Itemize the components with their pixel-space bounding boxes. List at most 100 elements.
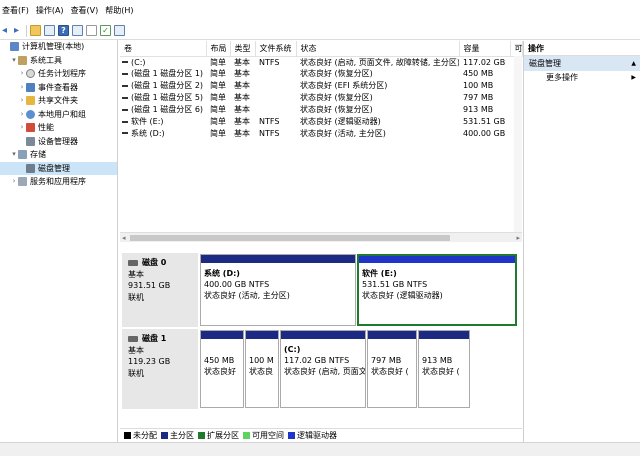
table-cell: NTFS <box>259 57 280 67</box>
scroll-thumb[interactable] <box>130 235 450 241</box>
disk-1-partition-3[interactable]: 797 MB 状态良好 ( <box>367 330 417 408</box>
help-icon[interactable]: ? <box>58 25 69 36</box>
tree-item-label: 磁盘管理 <box>38 163 70 173</box>
tree-item-6[interactable]: › 性能 <box>0 121 117 135</box>
table-row[interactable]: (磁盘 1 磁盘分区 2)简单基本状态良好 (EFI 系统分区)100 MB1 <box>120 80 522 92</box>
scroll-left-icon[interactable]: ◂ <box>122 233 126 243</box>
shared-folder-icon <box>26 96 35 106</box>
volume-name-cell: (磁盘 1 磁盘分区 2) <box>120 80 206 92</box>
column-header-6[interactable]: 可 <box>510 41 523 57</box>
table-cell <box>255 92 296 104</box>
table-row[interactable]: 系统 (D:)简单基本NTFS状态良好 (活动, 主分区)400.00 GB4 <box>120 128 522 140</box>
volume-list-vertical-scrollbar[interactable] <box>514 56 522 232</box>
table-row[interactable]: (磁盘 1 磁盘分区 6)简单基本状态良好 (恢复分区)913 MB9 <box>120 104 522 116</box>
disk-0-info[interactable]: 磁盘 0 基本 931.51 GB 联机 <box>122 253 198 327</box>
legend-label: 逻辑驱动器 <box>297 431 337 440</box>
expand-icon[interactable]: ▾ <box>10 54 18 68</box>
expand-icon[interactable]: › <box>18 67 26 81</box>
disk-1-info[interactable]: 磁盘 1 基本 119.23 GB 联机 <box>122 329 198 409</box>
table-cell <box>255 80 296 92</box>
table-row[interactable]: (磁盘 1 磁盘分区 1)简单基本状态良好 (恢复分区)450 MB4 <box>120 68 522 80</box>
table-cell: 797 MB <box>463 93 494 103</box>
disk-1-type: 基本 <box>128 345 144 355</box>
menu-bar: 查看(F) 操作(A) 查看(V) 帮助(H) <box>0 0 640 22</box>
table-cell: 基本 <box>234 57 250 67</box>
expand-icon[interactable]: › <box>18 94 26 108</box>
properties-icon[interactable] <box>44 25 55 36</box>
disk-1-row: 磁盘 1 基本 119.23 GB 联机 450 MB 状态良好 100 M 状态良 (… <box>120 329 520 409</box>
volume-name: (C:) <box>131 57 146 67</box>
expand-icon[interactable]: › <box>18 121 26 135</box>
tree-item-0[interactable]: 计算机管理(本地) <box>0 40 117 54</box>
check-icon[interactable]: ✓ <box>100 25 111 36</box>
tree-item-1[interactable]: ▾ 系统工具 <box>0 54 117 68</box>
disk-0-row: 磁盘 0 基本 931.51 GB 联机 系统 (D:) 400.00 GB NT… <box>120 253 520 327</box>
disk-0-name-row: 磁盘 0 <box>128 257 192 269</box>
partition-details: 100 M 状态良 <box>246 339 278 377</box>
expand-icon[interactable]: › <box>18 81 26 95</box>
disk-0-partition-1[interactable]: 软件 (E:) 531.51 GB NTFS 状态良好 (逻辑驱动器) <box>357 254 517 326</box>
disk-0-name: 磁盘 0 <box>142 258 167 267</box>
tree-item-2[interactable]: › 任务计划程序 <box>0 67 117 81</box>
disk-0-partition-0[interactable]: 系统 (D:) 400.00 GB NTFS 状态良好 (活动, 主分区) <box>200 254 356 326</box>
disk-graphical-view: 磁盘 0 基本 931.51 GB 联机 系统 (D:) 400.00 GB NT… <box>120 245 522 428</box>
volume-name: 系统 (D:) <box>131 128 165 138</box>
column-header-4[interactable]: 状态 <box>296 41 460 57</box>
tree-item-4[interactable]: › 共享文件夹 <box>0 94 117 108</box>
collapse-icon[interactable]: ▲ <box>631 56 636 71</box>
disk-1-name: 磁盘 1 <box>142 334 167 343</box>
tree-item-label: 本地用户和组 <box>38 109 86 119</box>
volume-list-horizontal-scrollbar[interactable]: ◂ ▸ <box>120 232 522 242</box>
forward-arrow-icon[interactable]: ▸ <box>14 25 23 36</box>
column-header-3[interactable]: 文件系统 <box>255 41 297 57</box>
column-header-0[interactable]: 卷 <box>120 41 207 57</box>
tree-item-8[interactable]: ▾ 存储 <box>0 148 117 162</box>
disk-1-partition-2[interactable]: (C:) 117.02 GB NTFS 状态良好 (启动, 页面文 <box>280 330 366 408</box>
tree-item-7[interactable]: 设备管理器 <box>0 135 117 149</box>
disk-1-partition-4[interactable]: 913 MB 状态良好 ( <box>418 330 470 408</box>
disk-1-size: 119.23 GB <box>128 357 171 366</box>
partition-size: 450 MB <box>204 356 235 365</box>
tree-item-label: 存储 <box>30 150 46 159</box>
expand-icon[interactable]: › <box>10 175 18 189</box>
back-arrow-icon[interactable]: ◂ <box>2 25 11 36</box>
table-cell: 基本 <box>234 81 250 91</box>
column-header-2[interactable]: 类型 <box>230 41 256 57</box>
partition-size: 913 MB <box>422 356 453 365</box>
disk-list-icon[interactable] <box>114 25 125 36</box>
table-cell: 100 MB <box>463 81 494 91</box>
partition-status: 状态良好 (逻辑驱动器) <box>362 291 443 300</box>
menu-item-2[interactable]: 查看(V) <box>70 0 105 22</box>
tree-item-9[interactable]: 磁盘管理 <box>0 161 117 175</box>
table-row[interactable]: (C:) 简单 基本 NTFS 状态良好 (启动, 页面文件, 故障转储, 主分区) 11… <box>120 56 522 68</box>
tree-item-10[interactable]: › 服务和应用程序 <box>0 175 117 189</box>
table-cell: 450 MB <box>463 69 494 79</box>
tree-item-3[interactable]: › 事件查看器 <box>0 81 117 95</box>
actions-pane: 操作 磁盘管理 ▲ 更多操作 ▶ <box>523 41 640 456</box>
table-cell: 基本 <box>234 105 250 115</box>
disk-1-name-row: 磁盘 1 <box>128 333 192 345</box>
table-cell <box>255 68 296 80</box>
menu-item-0[interactable]: 查看(F) <box>1 0 35 22</box>
column-header-5[interactable]: 容量 <box>459 41 511 57</box>
more-actions-item[interactable]: 更多操作 ▶ <box>524 71 640 85</box>
actions-section-disk-management[interactable]: 磁盘管理 ▲ <box>524 56 640 71</box>
legend: 未分配 主分区 扩展分区 可用空间 逻辑驱动器 <box>120 428 522 442</box>
column-header-1[interactable]: 布局 <box>206 41 231 57</box>
view-icon[interactable] <box>72 25 83 36</box>
menu-item-3[interactable]: 帮助(H) <box>104 0 139 22</box>
export-icon[interactable] <box>86 25 97 36</box>
legend-swatch <box>161 432 168 439</box>
menu-item-1[interactable]: 操作(A) <box>35 0 70 22</box>
folder-icon[interactable] <box>30 25 41 36</box>
disk-1-partition-1[interactable]: 100 M 状态良 <box>245 330 279 408</box>
partition-status: 状态良好 (启动, 页面文 <box>284 367 366 376</box>
table-row[interactable]: 软件 (E:)简单基本NTFS状态良好 (逻辑驱动器)531.51 GB5 <box>120 116 522 128</box>
partition-type-bar <box>368 331 416 339</box>
expand-icon[interactable]: ▾ <box>10 148 18 162</box>
disk-1-partition-0[interactable]: 450 MB 状态良好 <box>200 330 244 408</box>
scroll-right-icon[interactable]: ▸ <box>516 233 520 243</box>
tree-item-5[interactable]: › 本地用户和组 <box>0 108 117 122</box>
table-row[interactable]: (磁盘 1 磁盘分区 5)简单基本状态良好 (恢复分区)797 MB7 <box>120 92 522 104</box>
expand-icon[interactable]: › <box>18 108 26 122</box>
